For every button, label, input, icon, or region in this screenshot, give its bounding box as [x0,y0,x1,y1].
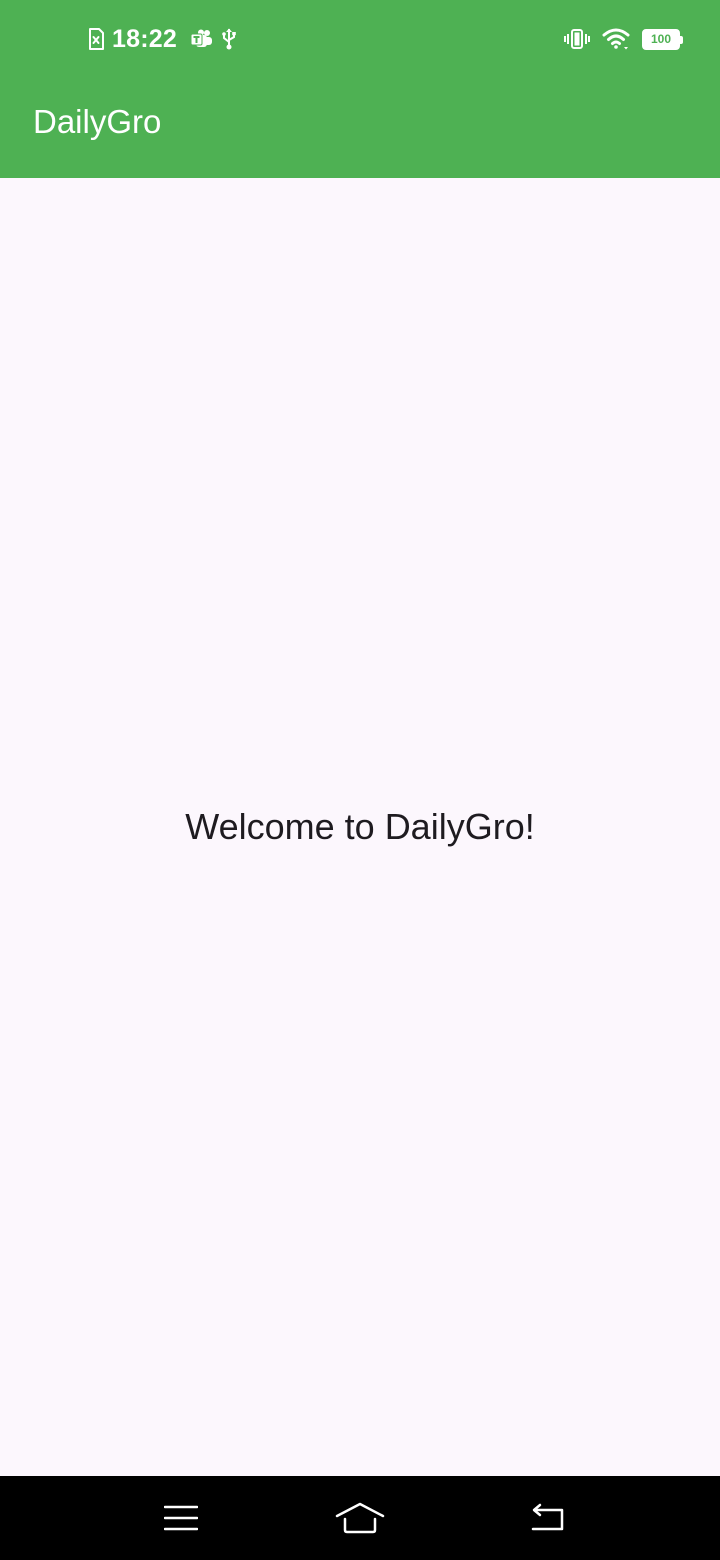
vibrate-icon [564,29,590,49]
battery-icon: 100 [642,28,683,50]
menu-button[interactable] [151,1494,211,1542]
wifi-icon [602,28,630,50]
app-title: DailyGro [33,103,162,140]
status-left-group: 18:22 [88,22,237,56]
navigation-bar [0,1476,720,1560]
status-bar: 18:22 100 [0,0,720,78]
status-time: 18:22 [112,25,177,53]
sim-error-icon [88,28,104,50]
home-icon [335,1502,385,1534]
usb-icon [221,28,237,50]
home-button[interactable] [330,1494,390,1542]
back-button[interactable] [518,1494,578,1542]
welcome-text: Welcome to DailyGro! [185,806,535,847]
back-icon [529,1502,567,1534]
status-right-group: 100 [564,24,683,54]
teams-icon [190,29,213,49]
screen: 18:22 100 DailyGro Welcome to DailyGro! [0,0,720,1560]
menu-icon [164,1504,198,1532]
main-content: Welcome to DailyGro! [0,178,720,1476]
app-bar: DailyGro [0,78,720,178]
